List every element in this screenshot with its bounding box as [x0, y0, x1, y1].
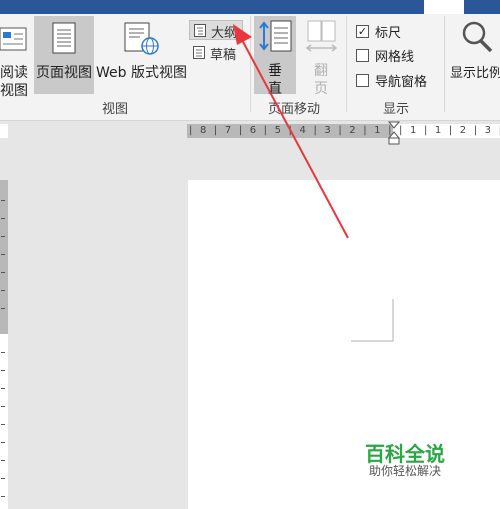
ribbon-tab-bar: [0, 0, 500, 14]
vertical-label-2: 直: [268, 81, 282, 97]
ruler-tick: [1, 290, 5, 291]
gridlines-label: 网格线: [375, 50, 415, 65]
ruler-tick: [1, 254, 5, 255]
vertical-scroll-icon: [259, 20, 292, 52]
side-to-side-label: 翻: [314, 63, 328, 79]
read-mode-button[interactable]: 阅读 视图: [0, 18, 30, 99]
ruler-scale: | 8 | 7 | 6 | 5 | 4 | 3 | 2 | 1 | | 1 | …: [189, 125, 500, 136]
ruler-tick: [1, 442, 5, 443]
ruler-tick: [1, 424, 5, 425]
side-to-side-label-2: 页: [314, 81, 328, 97]
zoom-label: 显示比例: [450, 66, 500, 81]
ruler-tick: [1, 218, 5, 219]
separator: [346, 16, 347, 112]
ruler-check-box: ✓: [356, 25, 369, 38]
outline-button[interactable]: 大纲: [189, 20, 243, 41]
ruler-tick: [1, 308, 5, 309]
ruler-tick: [1, 478, 5, 479]
horizontal-ruler: | 8 | 7 | 6 | 5 | 4 | 3 | 2 | 1 | | 1 | …: [187, 124, 500, 138]
ruler-tick: [1, 388, 5, 389]
vertical-label: 垂: [268, 63, 282, 79]
read-mode-label: 阅读: [0, 65, 28, 81]
separator: [250, 16, 251, 112]
indent-marker-icon[interactable]: [388, 121, 400, 145]
side-to-side-button[interactable]: 翻 页: [300, 16, 342, 97]
ruler-tick: [1, 460, 5, 461]
document-page[interactable]: [188, 180, 500, 509]
page-movement-group-label: 页面移动: [268, 102, 321, 117]
zoom-button[interactable]: 显示比例: [448, 16, 500, 94]
nav-pane-checkbox[interactable]: 导航窗格: [356, 71, 427, 90]
ribbon: 阅读 视图 页面视图 Web 版式视图 大纲 草稿 视图 垂 直 翻 页 页面移…: [0, 14, 500, 121]
ruler-corner: [0, 124, 8, 138]
show-group-label: 显示: [383, 102, 410, 117]
ruler-tick: [1, 370, 5, 371]
web-layout-label: Web 版式视图: [96, 65, 187, 81]
watermark-subtitle: 助你轻松解决: [369, 464, 442, 478]
print-layout-label: 页面视图: [36, 65, 92, 81]
draft-icon: [193, 46, 205, 59]
vertical-ruler: [0, 180, 8, 509]
views-group-label: 视图: [102, 102, 129, 117]
draft-button[interactable]: 草稿: [189, 43, 243, 63]
gridlines-check-box: [356, 49, 369, 62]
ruler-tick: [1, 496, 5, 497]
vertical-ruler-margin: [0, 180, 8, 334]
web-layout-button[interactable]: Web 版式视图: [96, 16, 188, 94]
ruler-tick: [1, 352, 5, 353]
separator: [444, 16, 445, 112]
ruler-tick: [1, 236, 5, 237]
outline-icon: [194, 24, 206, 37]
outline-label: 大纲: [211, 26, 238, 41]
nav-pane-check-box: [356, 74, 369, 87]
tab-view[interactable]: [424, 0, 464, 14]
page-icon: [52, 22, 76, 54]
margin-corner-mark: [351, 299, 394, 342]
ruler-checkbox[interactable]: ✓ 标尺: [356, 22, 401, 41]
magnifier-icon: [462, 21, 493, 53]
draft-label: 草稿: [210, 48, 237, 63]
nav-pane-label: 导航窗格: [375, 75, 428, 90]
web-page-icon: [124, 22, 159, 55]
gridlines-checkbox[interactable]: 网格线: [356, 46, 414, 65]
ruler-tick: [1, 200, 5, 201]
read-mode-icon: [0, 27, 27, 51]
ruler-tick: [1, 272, 5, 273]
read-mode-label-2: 视图: [0, 83, 28, 99]
ruler-label: 标尺: [375, 26, 402, 41]
side-to-side-icon: [305, 20, 338, 52]
print-layout-button[interactable]: 页面视图: [34, 16, 94, 94]
ruler-tick: [1, 406, 5, 407]
vertical-button[interactable]: 垂 直: [254, 16, 296, 97]
